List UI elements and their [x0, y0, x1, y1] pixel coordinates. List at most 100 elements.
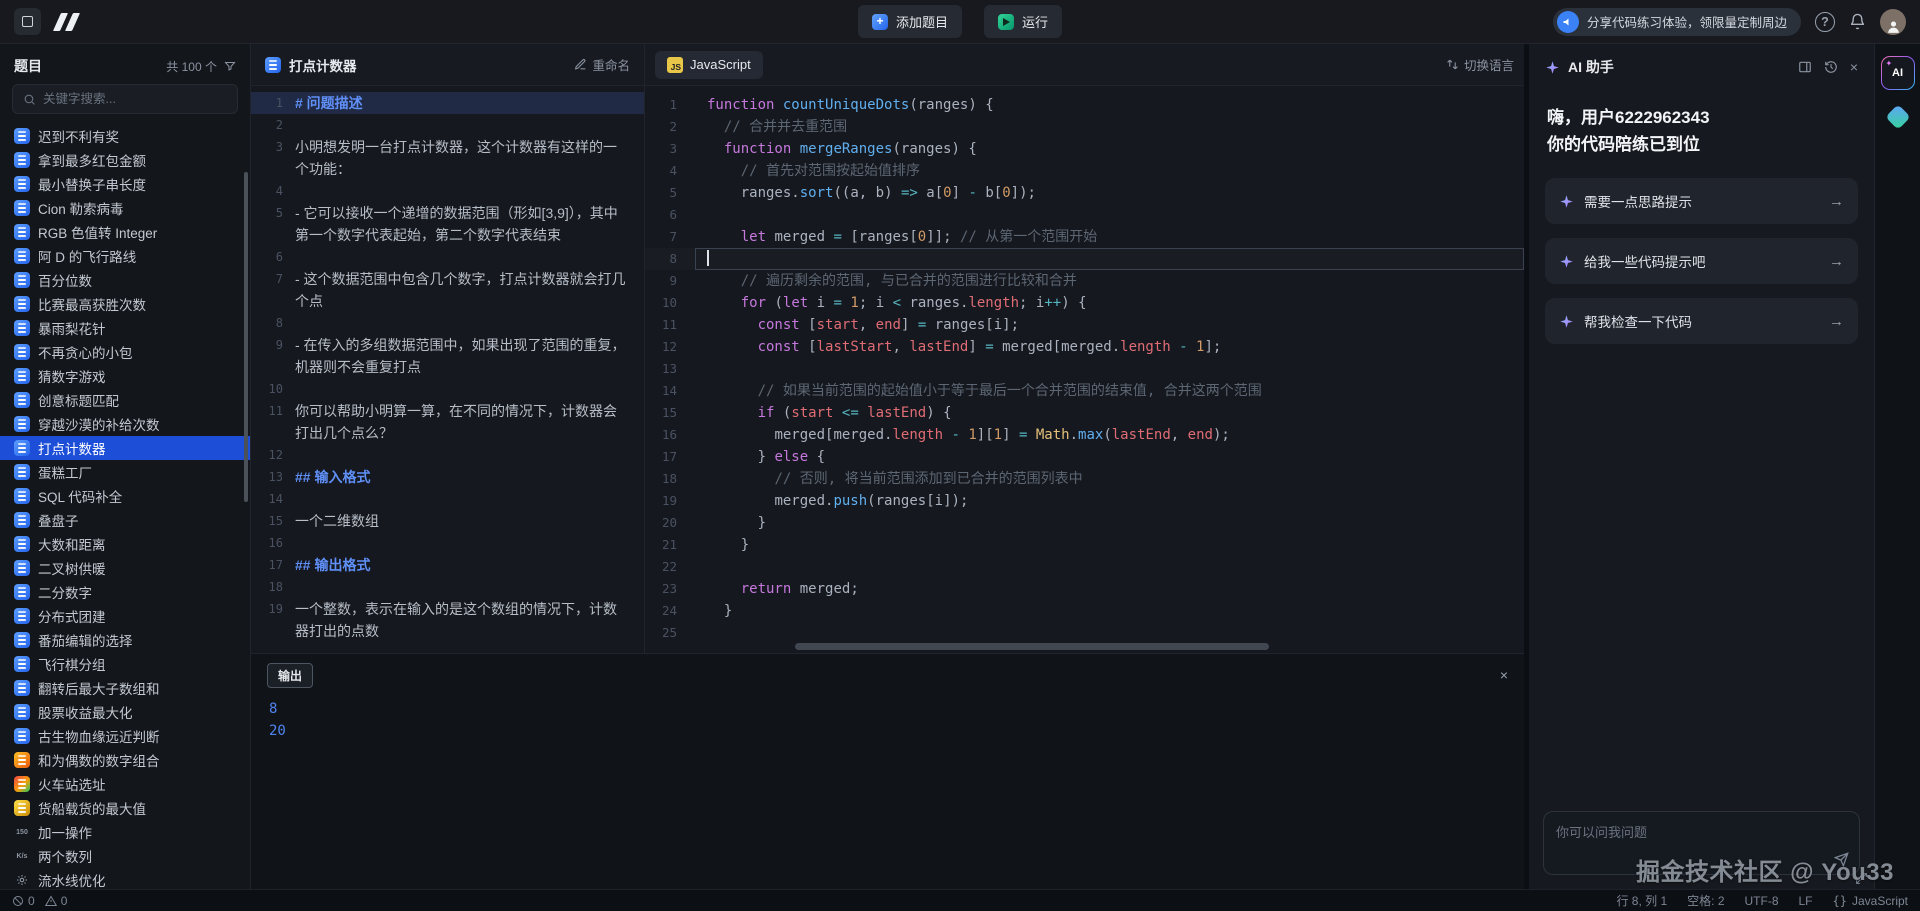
markdown-line[interactable]: 14 — [251, 488, 644, 510]
code-line[interactable]: 18 // 否则, 将当前范围添加到已合并的范围列表中 — [645, 468, 1524, 490]
sidebar-item[interactable]: 大数和距离 — [0, 532, 250, 556]
markdown-line[interactable]: 15一个二维数组 — [251, 510, 644, 532]
sidebar-item[interactable]: 暴雨梨花针 — [0, 316, 250, 340]
sidebar-item[interactable]: 古生物血缘远近判断 — [0, 724, 250, 748]
resize-icon[interactable] — [1855, 872, 1868, 885]
markdown-line[interactable]: 6 — [251, 246, 644, 268]
avatar[interactable] — [1880, 9, 1906, 35]
ai-suggestion-card[interactable]: 需要一点思路提示→ — [1545, 178, 1858, 224]
code-line[interactable]: 6 — [645, 204, 1524, 226]
code-line[interactable]: 7 let merged = [ranges[0]]; // 从第一个范围开始 — [645, 226, 1524, 248]
sidebar-item[interactable]: 蛋糕工厂 — [0, 460, 250, 484]
tab-javascript[interactable]: JS JavaScript — [655, 51, 763, 79]
brand-logo-icon[interactable] — [55, 13, 76, 31]
sidebar-item[interactable]: 和为偶数的数字组合 — [0, 748, 250, 772]
code-line[interactable]: 4 // 首先对范围按起始值排序 — [645, 160, 1524, 182]
markdown-line[interactable]: 10 — [251, 378, 644, 400]
code-line[interactable]: 5 ranges.sort((a, b) => a[0] - b[0]); — [645, 182, 1524, 204]
search-input[interactable] — [43, 92, 227, 106]
sidebar-item[interactable]: 穿越沙漠的补给次数 — [0, 412, 250, 436]
chat-input[interactable] — [1556, 822, 1847, 864]
markdown-editor[interactable]: 1# 问题描述23小明想发明一台打点计数器，这个计数器有这样的一个功能：45- … — [251, 86, 644, 653]
code-line[interactable]: 20 } — [645, 512, 1524, 534]
code-line[interactable]: 9 // 遍历剩余的范围, 与已合并的范围进行比较和合并 — [645, 270, 1524, 292]
code-line[interactable]: 21 } — [645, 534, 1524, 556]
language-mode[interactable]: {} JavaScript — [1833, 894, 1908, 908]
sidebar-item[interactable]: 叠盘子 — [0, 508, 250, 532]
close-icon[interactable]: × — [1500, 667, 1508, 683]
ai-suggestion-card[interactable]: 帮我检查一下代码→ — [1545, 298, 1858, 344]
code-line[interactable]: 1function countUniqueDots(ranges) { — [645, 94, 1524, 116]
sidebar-item[interactable]: 番茄编辑的选择 — [0, 628, 250, 652]
sidebar-item[interactable]: 翻转后最大子数组和 — [0, 676, 250, 700]
sidebar-item[interactable]: 股票收益最大化 — [0, 700, 250, 724]
sidebar-item[interactable]: Cion 勒索病毒 — [0, 196, 250, 220]
cursor-position[interactable]: 行 8, 列 1 — [1616, 892, 1667, 909]
sidebar-item[interactable]: 二叉树供暖 — [0, 556, 250, 580]
sidebar-item[interactable]: 火车站选址 — [0, 772, 250, 796]
history-icon[interactable] — [1824, 60, 1838, 74]
markdown-line[interactable]: 8 — [251, 312, 644, 334]
ai-suggestion-card[interactable]: 给我一些代码提示吧→ — [1545, 238, 1858, 284]
sidebar-item[interactable]: 二分数字 — [0, 580, 250, 604]
code-line[interactable]: 12 const [lastStart, lastEnd] = merged[m… — [645, 336, 1524, 358]
code-line[interactable]: 11 const [start, end] = ranges[i]; — [645, 314, 1524, 336]
code-line[interactable]: 19 merged.push(ranges[i]); — [645, 490, 1524, 512]
code-line[interactable]: 10 for (let i = 1; i < ranges.length; i+… — [645, 292, 1524, 314]
code-editor[interactable]: 1function countUniqueDots(ranges) {2 // … — [645, 86, 1524, 653]
sidebar-item[interactable]: K/s两个数列 — [0, 844, 250, 868]
panel-expand-icon[interactable] — [1798, 60, 1812, 74]
markdown-line[interactable]: 19一个整数，表示在输入的是这个数组的情况下，计数器打出的点数 — [251, 598, 644, 642]
sidebar-item[interactable]: 迟到不利有奖 — [0, 124, 250, 148]
sidebar-item[interactable]: 分布式团建 — [0, 604, 250, 628]
markdown-line[interactable]: 1# 问题描述 — [251, 92, 644, 114]
promo-banner[interactable]: 分享代码练习体验，领限量定制周边 — [1553, 8, 1801, 36]
markdown-line[interactable]: 12 — [251, 444, 644, 466]
code-line[interactable]: 16 merged[merged.length - 1][1] = Math.m… — [645, 424, 1524, 446]
eol-setting[interactable]: LF — [1799, 894, 1813, 908]
sidebar-item[interactable]: 不再贪心的小包 — [0, 340, 250, 364]
code-line[interactable]: 13 — [645, 358, 1524, 380]
markdown-line[interactable]: 3小明想发明一台打点计数器，这个计数器有这样的一个功能： — [251, 136, 644, 180]
app-menu-icon[interactable] — [14, 8, 41, 35]
sidebar-item[interactable]: 猜数字游戏 — [0, 364, 250, 388]
code-line[interactable]: 2 // 合并并去重范围 — [645, 116, 1524, 138]
rename-button[interactable]: 重命名 — [574, 55, 630, 74]
sidebar-item[interactable]: 百分位数 — [0, 268, 250, 292]
chat-input-box[interactable] — [1543, 811, 1860, 875]
ai-assistant-badge[interactable]: ✦ AI — [1881, 56, 1915, 90]
add-problem-button[interactable]: + 添加题目 — [858, 5, 962, 38]
markdown-line[interactable]: 7- 这个数据范围中包含几个数字，打点计数器就会打几个点 — [251, 268, 644, 312]
gem-icon[interactable] — [1885, 104, 1910, 129]
sidebar-item[interactable]: 货船载货的最大值 — [0, 796, 250, 820]
markdown-line[interactable]: 16 — [251, 532, 644, 554]
code-line[interactable]: 23 return merged; — [645, 578, 1524, 600]
indent-setting[interactable]: 空格: 2 — [1687, 892, 1724, 909]
markdown-line[interactable]: 2 — [251, 114, 644, 136]
markdown-line[interactable]: 4 — [251, 180, 644, 202]
sidebar-item[interactable]: RGB 色值转 Integer — [0, 220, 250, 244]
sidebar-item[interactable]: 打点计数器 — [0, 436, 250, 460]
code-line[interactable]: 25 — [645, 622, 1524, 644]
close-icon[interactable]: × — [1850, 59, 1858, 75]
sidebar-item[interactable]: 流水线优化 — [0, 868, 250, 889]
warning-indicator[interactable]: 0 — [45, 894, 68, 908]
error-indicator[interactable]: 0 — [12, 894, 35, 908]
sidebar-item[interactable]: 最小替换子串长度 — [0, 172, 250, 196]
code-line[interactable]: 14 // 如果当前范围的起始值小于等于最后一个合并范围的结束值, 合并这两个范… — [645, 380, 1524, 402]
sidebar-item[interactable]: 飞行棋分组 — [0, 652, 250, 676]
markdown-line[interactable]: 17## 输出格式 — [251, 554, 644, 576]
sidebar-item[interactable]: 阿 D 的飞行路线 — [0, 244, 250, 268]
code-line[interactable]: 22 — [645, 556, 1524, 578]
sidebar-item[interactable]: 创意标题匹配 — [0, 388, 250, 412]
bell-icon[interactable] — [1849, 13, 1866, 30]
markdown-line[interactable]: 9- 在传入的多组数据范围中，如果出现了范围的重复，机器则不会重复打点 — [251, 334, 644, 378]
sidebar-scrollbar-thumb[interactable] — [244, 172, 248, 502]
code-line[interactable]: 8 — [645, 248, 1524, 270]
send-icon[interactable] — [1834, 852, 1849, 867]
markdown-line[interactable]: 5- 它可以接收一个递增的数据范围（形如[3,9]），其中第一个数字代表起始，第… — [251, 202, 644, 246]
switch-language-button[interactable]: 切换语言 — [1446, 55, 1514, 74]
sidebar-item[interactable]: 拿到最多红包金额 — [0, 148, 250, 172]
markdown-line[interactable]: 11你可以帮助小明算一算，在不同的情况下，计数器会打出几个点么？ — [251, 400, 644, 444]
sidebar-item[interactable]: 150加一操作 — [0, 820, 250, 844]
